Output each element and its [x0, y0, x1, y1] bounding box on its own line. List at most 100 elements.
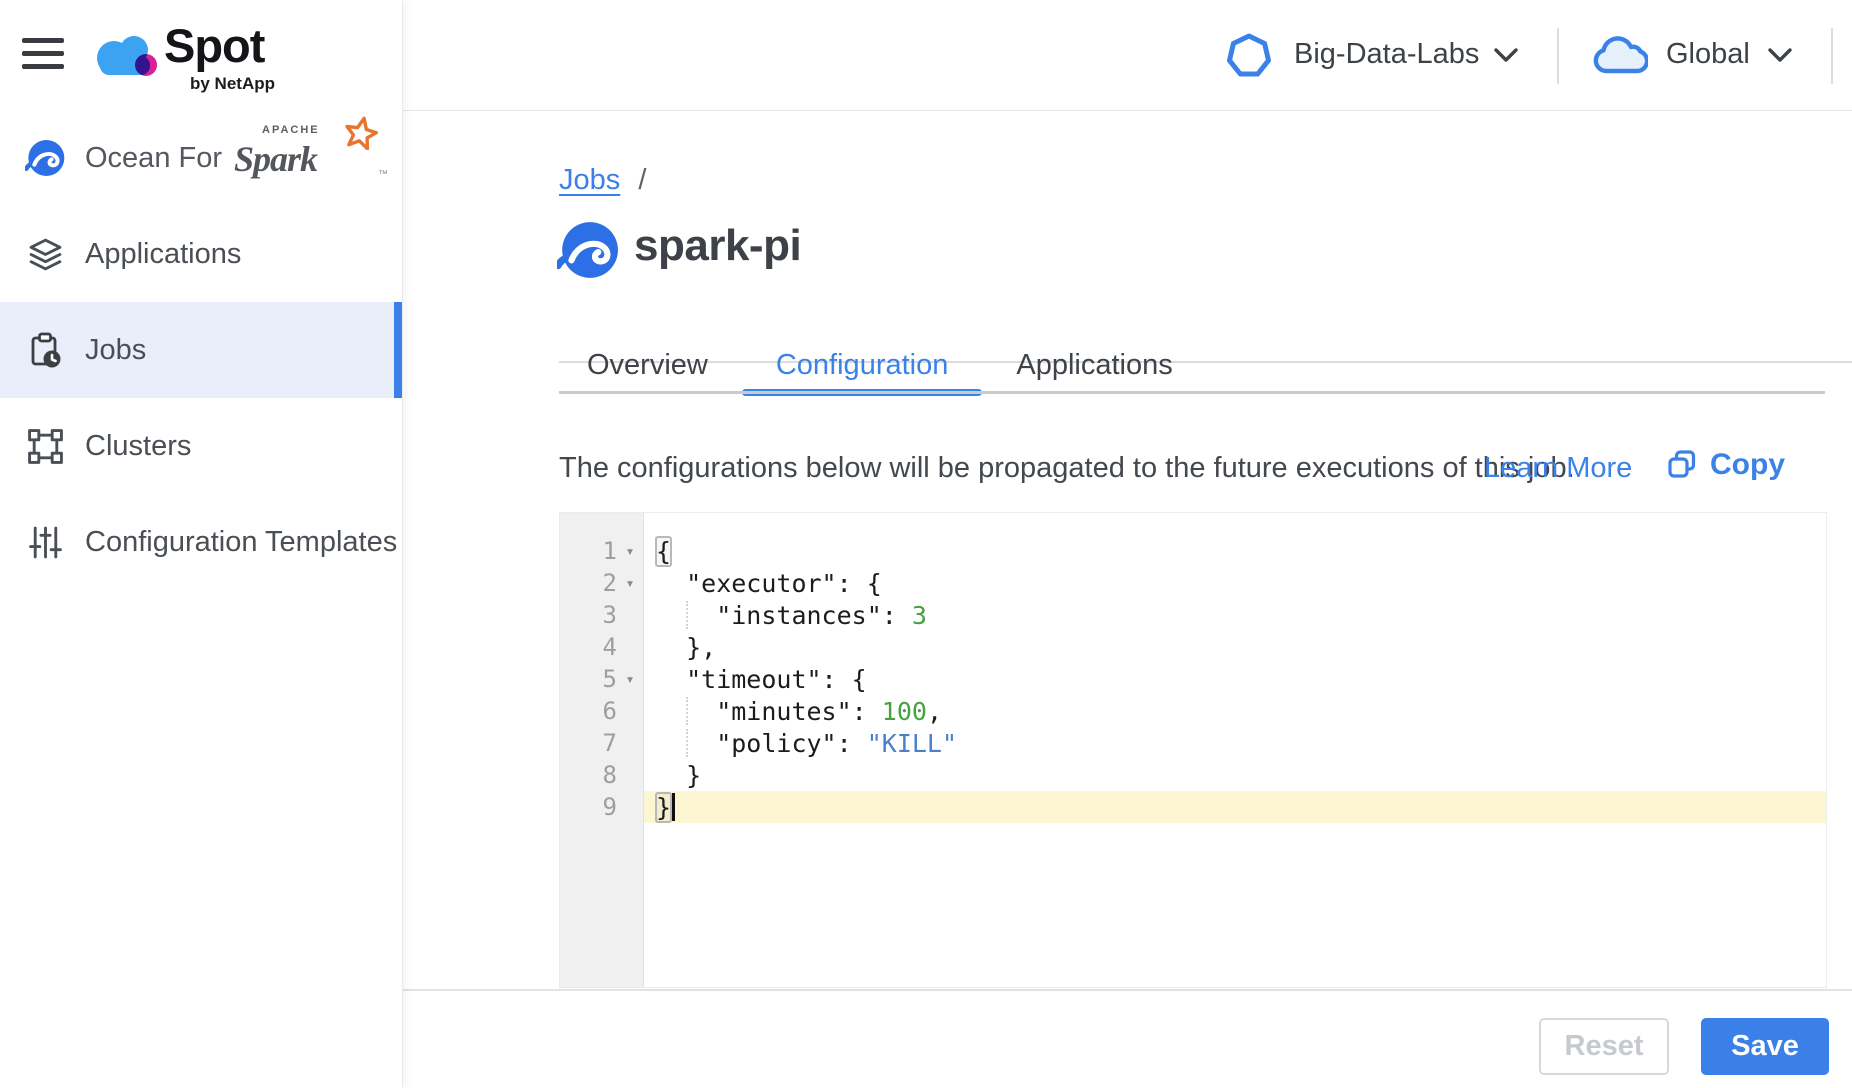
code-token: 100: [882, 697, 927, 726]
topbar-divider: [1557, 28, 1559, 84]
line-number: 4: [565, 633, 617, 661]
code-token: "KILL": [867, 729, 957, 758]
gutter-row: 2▾: [560, 567, 643, 599]
code-token: "minutes":: [716, 697, 882, 726]
code-token: }: [656, 793, 671, 822]
sidebar-item-configuration-templates[interactable]: Configuration Templates: [0, 494, 402, 590]
fold-arrow-icon[interactable]: ▾: [617, 670, 643, 688]
page-title: spark-pi: [634, 221, 801, 271]
code-editor[interactable]: 1▾2▾345▾6789 {"executor": {"instances": …: [559, 512, 1827, 988]
code-line-5[interactable]: "timeout": {: [644, 663, 1826, 695]
topbar-divider: [1831, 28, 1833, 84]
copy-button[interactable]: Copy: [1668, 448, 1785, 482]
code-token: },: [686, 633, 716, 662]
sidebar-item-applications[interactable]: Applications: [0, 206, 402, 302]
code-token: "timeout": {: [686, 665, 867, 694]
scope-selector[interactable]: Global: [1666, 38, 1750, 71]
code-token: "executor": {: [686, 569, 882, 598]
learn-more-link[interactable]: Learn More: [1484, 452, 1632, 485]
tab-configuration[interactable]: Configuration: [742, 338, 983, 392]
sidebar-nav: Ocean For APACHE Spark ™: [0, 110, 402, 590]
code-line-6[interactable]: "minutes": 100,: [644, 695, 1826, 727]
footer-bar: Reset Save: [402, 989, 1852, 1088]
gutter-row: 6: [560, 695, 643, 727]
sidebar-item-label: Jobs: [85, 334, 146, 367]
line-number: 3: [565, 601, 617, 629]
tab-overview[interactable]: Overview: [553, 338, 742, 392]
apache-label: APACHE: [262, 124, 320, 136]
sliders-icon: [25, 522, 65, 562]
line-number: 6: [565, 697, 617, 725]
spot-logo[interactable]: Spot by NetApp: [92, 22, 312, 98]
indent-guide: [686, 729, 688, 757]
line-number: 7: [565, 729, 617, 757]
copy-button-label: Copy: [1710, 448, 1785, 482]
gutter-row: 5▾: [560, 663, 643, 695]
breadcrumb: Jobs /: [559, 164, 646, 197]
heptagon-icon[interactable]: [1225, 32, 1273, 85]
line-number: 9: [565, 793, 617, 821]
editor-code-area[interactable]: { "executor": {"instances": 3}, "timeout":…: [644, 513, 1826, 987]
config-description: The configurations below will be propaga…: [559, 452, 1575, 485]
spot-cloud-icon: [92, 28, 164, 80]
editor-gutter: 1▾2▾345▾6789: [560, 513, 644, 987]
spark-wordmark: Spark: [234, 138, 317, 180]
tab-applications[interactable]: Applications: [982, 338, 1206, 392]
indent-guide: [686, 697, 688, 725]
code-line-8[interactable]: }: [644, 759, 1826, 791]
spark-star-icon: [344, 116, 378, 158]
code-line-4[interactable]: },: [644, 631, 1826, 663]
gutter-row: 1▾: [560, 535, 643, 567]
chevron-down-icon[interactable]: [1494, 48, 1518, 68]
gutter-row: 9: [560, 791, 643, 823]
reset-button[interactable]: Reset: [1539, 1018, 1669, 1075]
product-name: Ocean For: [85, 142, 222, 175]
org-selector[interactable]: Big-Data-Labs: [1294, 38, 1479, 71]
tab-bar: Overview Configuration Applications: [553, 338, 1207, 392]
line-number: 5: [565, 665, 617, 693]
app-window: Spot by NetApp Ocean For APACHE Spark: [0, 0, 1852, 1088]
indent-guide: [686, 601, 688, 629]
code-token: ,: [927, 697, 942, 726]
chevron-down-icon[interactable]: [1768, 48, 1792, 68]
gutter-row: 3: [560, 599, 643, 631]
tab-track: [559, 391, 1825, 394]
code-token: "policy":: [716, 729, 867, 758]
hamburger-menu-icon[interactable]: [22, 38, 64, 70]
line-number: 8: [565, 761, 617, 789]
sidebar-item-label: Applications: [85, 238, 241, 271]
text-cursor: [672, 793, 675, 821]
cluster-nodes-icon: [25, 426, 65, 466]
gutter-row: 4: [560, 631, 643, 663]
code-token: }: [686, 761, 701, 790]
fold-arrow-icon[interactable]: ▾: [617, 542, 643, 560]
code-line-3[interactable]: "instances": 3: [644, 599, 1826, 631]
code-line-2[interactable]: "executor": {: [644, 567, 1826, 599]
code-token: "instances":: [716, 601, 912, 630]
trademark: ™: [378, 169, 388, 180]
sidebar-item-jobs[interactable]: Jobs: [0, 302, 402, 398]
save-button[interactable]: Save: [1701, 1018, 1829, 1075]
gutter-row: 7: [560, 727, 643, 759]
cloud-icon[interactable]: [1592, 32, 1648, 83]
sidebar: Spot by NetApp Ocean For APACHE Spark: [0, 0, 403, 1088]
top-bar: Big-Data-Labs Global: [402, 0, 1852, 111]
clipboard-clock-icon: [25, 330, 65, 370]
breadcrumb-separator: /: [638, 164, 646, 196]
line-number: 1: [565, 537, 617, 565]
copy-icon: [1668, 450, 1696, 480]
fold-arrow-icon[interactable]: ▾: [617, 574, 643, 592]
ocean-wave-icon: [557, 219, 619, 286]
sidebar-item-clusters[interactable]: Clusters: [0, 398, 402, 494]
sidebar-item-label: Configuration Templates: [85, 526, 397, 559]
brand-byline: by NetApp: [190, 74, 275, 94]
code-token: {: [656, 537, 671, 566]
code-line-7[interactable]: "policy": "KILL": [644, 727, 1826, 759]
sidebar-item-label: Clusters: [85, 430, 191, 463]
code-line-1[interactable]: {: [644, 535, 1826, 567]
ocean-wave-icon: [25, 138, 65, 178]
apache-spark-logo: APACHE Spark ™: [234, 136, 354, 180]
breadcrumb-jobs-link[interactable]: Jobs: [559, 164, 620, 196]
sidebar-item-ocean-for-spark[interactable]: Ocean For APACHE Spark ™: [0, 110, 402, 206]
code-line-9[interactable]: }: [644, 791, 1826, 823]
